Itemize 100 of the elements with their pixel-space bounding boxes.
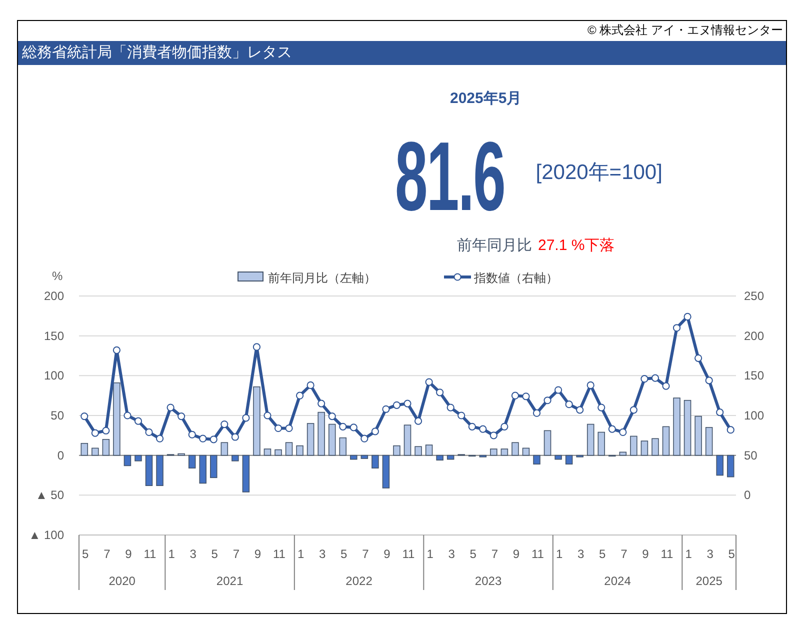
- x-axis-label: 3: [319, 547, 326, 561]
- bar: [446, 454, 454, 460]
- bar: [264, 448, 272, 456]
- bar: [662, 426, 670, 456]
- x-axis-year-label: 2021: [216, 574, 244, 588]
- data-point: [586, 381, 594, 390]
- legend-line-icon: [444, 273, 471, 281]
- data-point: [726, 426, 734, 434]
- bar: [630, 436, 638, 456]
- data-point: [716, 408, 724, 416]
- data-point: [554, 386, 562, 394]
- x-axis-label: 5: [211, 547, 218, 561]
- x-axis-label: 11: [273, 547, 286, 561]
- legend-label: 前年同月比（左軸）: [268, 271, 376, 285]
- x-axis-label: 1: [297, 547, 304, 561]
- data-point: [91, 429, 99, 437]
- bar: [652, 438, 659, 456]
- bar: [145, 454, 153, 486]
- x-axis-label: 5: [599, 547, 606, 561]
- bar: [716, 454, 724, 476]
- bar: [694, 416, 702, 456]
- x-axis-label: 5: [470, 547, 476, 561]
- bar: [565, 454, 573, 464]
- data-point: [446, 404, 454, 412]
- y-axis-label: 50: [744, 448, 758, 462]
- data-point: [231, 433, 239, 441]
- data-point: [458, 412, 466, 420]
- bar: [705, 427, 713, 456]
- bar: [124, 454, 132, 466]
- bar: [80, 442, 88, 456]
- bar: [544, 430, 552, 456]
- x-axis-label: 7: [362, 547, 369, 561]
- y-axis-label: 150: [744, 368, 764, 383]
- data-point: [392, 401, 401, 409]
- data-point: [252, 343, 261, 351]
- bar: [479, 454, 487, 458]
- bar: [92, 448, 99, 456]
- x-axis-year-label: 2020: [108, 574, 136, 588]
- x-axis-year-label: 2024: [604, 574, 631, 588]
- data-point: [500, 422, 508, 430]
- bar: [188, 454, 196, 468]
- bar: [156, 454, 164, 486]
- period-label: 2025年5月: [450, 89, 522, 108]
- bar: [598, 432, 605, 456]
- data-point: [608, 425, 616, 433]
- bar: [134, 454, 142, 462]
- x-axis-label: 9: [254, 547, 262, 561]
- y-axis-label: ▲ 50: [35, 488, 64, 502]
- data-point: [156, 434, 164, 442]
- y-axis-label: 100: [44, 368, 64, 383]
- bar: [210, 454, 218, 478]
- x-axis-year-label: 2025: [696, 574, 722, 588]
- data-point: [360, 434, 368, 442]
- change-value: 27.1 %下落: [538, 236, 615, 255]
- bar: [468, 454, 476, 457]
- data-point: [619, 428, 627, 436]
- y-axis-label: ▲ 100: [28, 528, 64, 542]
- data-point: [339, 422, 347, 430]
- x-axis-label: 9: [512, 547, 520, 561]
- bar: [232, 454, 239, 462]
- data-point: [274, 424, 282, 432]
- data-point: [694, 354, 702, 362]
- data-point: [684, 312, 692, 321]
- x-axis-year-label: 2022: [346, 574, 372, 588]
- bar: [393, 445, 400, 456]
- x-axis-label: 7: [620, 547, 628, 561]
- data-point: [511, 392, 519, 400]
- x-axis-label: 9: [384, 547, 390, 561]
- data-point: [479, 425, 487, 433]
- bar: [360, 454, 368, 459]
- bar: [576, 454, 584, 458]
- data-point: [124, 412, 132, 420]
- data-point: [242, 414, 250, 422]
- bar: [726, 454, 734, 478]
- data-point: [112, 346, 120, 354]
- bar: [285, 442, 293, 456]
- data-point: [188, 430, 196, 438]
- data-point: [285, 424, 293, 432]
- x-axis-label: 3: [577, 547, 584, 561]
- y-axis-label: 50: [50, 408, 64, 422]
- data-point: [199, 434, 207, 442]
- bar: [490, 448, 498, 456]
- y-axis-label: 200: [744, 328, 764, 343]
- x-axis-label: 11: [660, 547, 674, 561]
- data-point: [306, 381, 314, 390]
- data-point: [382, 405, 390, 413]
- bar: [619, 452, 627, 456]
- data-point: [630, 406, 638, 414]
- base-label: [2020年=100]: [536, 160, 662, 186]
- x-axis-label: 11: [532, 547, 544, 561]
- bar: [220, 442, 228, 456]
- x-axis-year-label: 2023: [474, 574, 502, 588]
- bar: [350, 454, 358, 460]
- x-axis-label: 3: [190, 547, 196, 561]
- x-axis-label: 11: [402, 547, 415, 561]
- y-axis-label: 150: [44, 328, 64, 343]
- bar: [339, 437, 346, 456]
- y-axis-label: 100: [744, 408, 764, 422]
- data-point: [662, 382, 670, 390]
- bar: [608, 454, 616, 457]
